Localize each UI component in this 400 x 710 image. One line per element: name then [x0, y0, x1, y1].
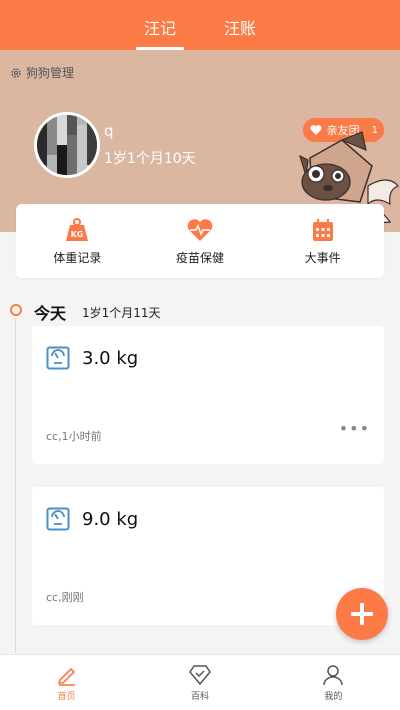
- vaccine-health-button[interactable]: 疫苗保健: [139, 204, 262, 278]
- svg-text:KG: KG: [71, 230, 84, 239]
- avatar-mosaic-cell: [47, 155, 57, 165]
- bottom-navigation: 首页 百科 我的: [0, 654, 400, 710]
- timeline-day-age: 1岁1个月11天: [82, 306, 161, 320]
- avatar-mosaic-cell: [67, 155, 77, 165]
- weight-value: 9.0 kg: [82, 509, 139, 530]
- nav-home-label: 首页: [57, 691, 76, 702]
- record-meta: cc,1小时前: [46, 430, 102, 443]
- avatar-mosaic-cell: [87, 135, 97, 145]
- record-meta: cc,刚刚: [46, 591, 84, 604]
- add-record-button[interactable]: [336, 588, 388, 640]
- nav-home[interactable]: 首页: [0, 655, 133, 710]
- gear-icon: [11, 67, 21, 78]
- person-icon: [323, 664, 344, 685]
- weight-record-card[interactable]: 3.0 kg cc,1小时前 •••: [32, 326, 384, 464]
- dog-manage-label: 狗狗管理: [26, 66, 75, 80]
- avatar-mosaic-cell: [47, 145, 57, 155]
- weight-record-button[interactable]: KG 体重记录: [16, 204, 139, 278]
- avatar-mosaic-cell: [37, 145, 47, 155]
- pencil-icon: [57, 667, 75, 686]
- nav-encyclopedia-label: 百科: [190, 691, 209, 702]
- weight-record-label: 体重记录: [53, 250, 102, 265]
- scale-icon: [46, 346, 70, 370]
- avatar-mosaic-cell: [37, 135, 47, 145]
- avatar-mosaic-cell: [57, 165, 67, 175]
- avatar-mosaic-cell: [77, 115, 87, 125]
- weight-value: 3.0 kg: [82, 348, 139, 369]
- tab-wang-ji[interactable]: 汪记: [120, 15, 200, 50]
- nav-profile[interactable]: 我的: [267, 655, 400, 710]
- avatar-mosaic-cell: [77, 155, 87, 165]
- avatar-mosaic-cell: [57, 145, 67, 155]
- diamond-icon: [189, 664, 211, 685]
- avatar-mosaic-cell: [47, 125, 57, 135]
- plus-icon: [351, 603, 373, 625]
- heart-pulse-icon: [187, 218, 213, 241]
- nav-encyclopedia[interactable]: 百科: [133, 655, 266, 710]
- timeline-dot: [10, 304, 22, 316]
- avatar-mosaic-cell: [57, 115, 67, 125]
- tab-wang-zhang[interactable]: 汪账: [200, 15, 280, 50]
- avatar-mosaic-cell: [87, 165, 97, 175]
- kg-weight-icon: KG: [66, 217, 89, 241]
- avatar-mosaic-cell: [57, 155, 67, 165]
- avatar-mosaic-cell: [87, 155, 97, 165]
- avatar-mosaic-cell: [67, 115, 77, 125]
- more-options-icon[interactable]: •••: [339, 419, 370, 438]
- avatar-mosaic-cell: [67, 125, 77, 135]
- big-events-label: 大事件: [304, 250, 341, 265]
- nav-profile-label: 我的: [324, 691, 343, 702]
- avatar-mosaic-cell: [37, 125, 47, 135]
- avatar-mosaic-cell: [57, 135, 67, 145]
- vaccine-health-label: 疫苗保健: [176, 250, 225, 265]
- avatar-mosaic-cell: [67, 145, 77, 155]
- avatar-mosaic-cell: [47, 165, 57, 175]
- calendar-icon: [312, 218, 333, 241]
- avatar-mosaic-cell: [47, 135, 57, 145]
- timeline-line: [15, 318, 16, 653]
- top-tab-bar: 汪记 汪账: [0, 0, 400, 50]
- pet-age: 1岁1个月10天: [104, 151, 196, 167]
- timeline-day-label: 今天: [34, 304, 67, 323]
- avatar-mosaic-cell: [87, 125, 97, 135]
- big-events-button[interactable]: 大事件: [261, 204, 384, 278]
- avatar-mosaic-cell: [77, 145, 87, 155]
- avatar-mosaic-cell: [67, 135, 77, 145]
- weight-record-card[interactable]: 9.0 kg cc,刚刚: [32, 487, 384, 625]
- avatar-mosaic-cell: [77, 165, 87, 175]
- avatar-mosaic-cell: [77, 125, 87, 135]
- avatar-mosaic-cell: [37, 115, 47, 125]
- avatar-mosaic-cell: [37, 155, 47, 165]
- dog-manage-button[interactable]: 狗狗管理: [10, 64, 74, 81]
- avatar-mosaic-cell: [67, 165, 77, 175]
- avatar-mosaic-cell: [77, 135, 87, 145]
- avatar-mosaic-cell: [87, 115, 97, 125]
- avatar-mosaic-cell: [47, 115, 57, 125]
- avatar-mosaic-cell: [87, 145, 97, 155]
- avatar-mosaic-cell: [57, 125, 67, 135]
- avatar-mosaic-cell: [37, 165, 47, 175]
- quick-actions-card: KG 体重记录 疫苗保健 大事件: [16, 204, 384, 278]
- scale-icon: [46, 507, 70, 531]
- pet-name: q: [104, 122, 114, 140]
- pet-avatar[interactable]: [34, 112, 100, 178]
